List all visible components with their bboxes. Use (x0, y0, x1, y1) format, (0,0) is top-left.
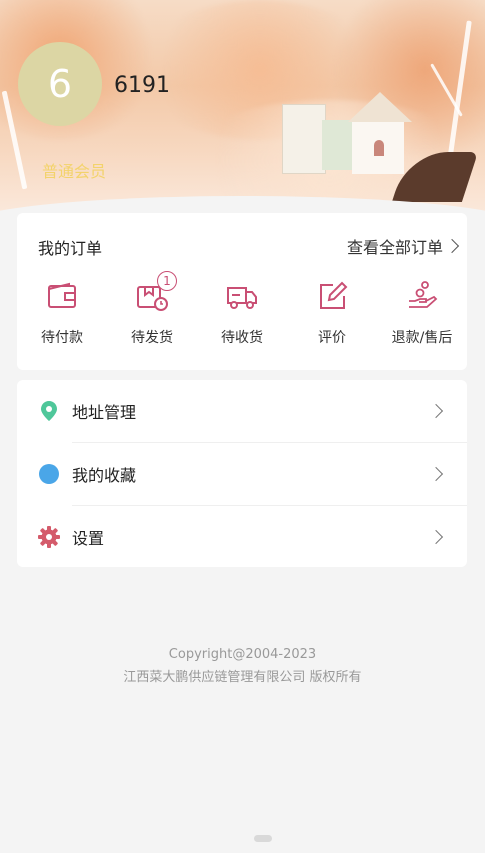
package-clock-icon: 1 (135, 271, 177, 313)
menu-item-label: 我的收藏 (72, 466, 137, 485)
edit-icon (315, 279, 349, 313)
wallet-icon (45, 279, 79, 313)
company-name: 江西菜大鹏供应链管理有限公司 版权所有 (123, 670, 362, 685)
location-pin-icon (38, 400, 60, 422)
order-status-label: 退款/售后 (391, 330, 453, 346)
member-level-label: 普通会员 (42, 162, 107, 181)
menu-item-label: 地址管理 (72, 403, 137, 422)
menu-item-settings[interactable]: 设置 (17, 506, 467, 568)
refund-hand-icon (405, 279, 439, 313)
order-status-pending-receipt[interactable]: 待收货 (197, 279, 287, 347)
banner-house (322, 120, 356, 170)
chevron-right-icon (428, 466, 444, 482)
notification-badge: 1 (157, 271, 177, 291)
gear-icon (38, 526, 60, 548)
order-status-review[interactable]: 评价 (287, 279, 377, 347)
order-status-label: 待收货 (221, 330, 263, 346)
truck-icon (225, 279, 259, 313)
chevron-right-icon (444, 238, 460, 254)
banner-house (282, 104, 326, 174)
orders-title: 我的订单 (38, 239, 103, 258)
menu-item-favorites[interactable]: 我的收藏 (17, 443, 467, 505)
home-indicator[interactable] (254, 835, 272, 842)
order-status-pending-payment[interactable]: 待付款 (17, 279, 107, 347)
username: 6191 (114, 73, 170, 98)
orders-card: 我的订单 查看全部订单 待付款 1 待发货 待收货 评价 退款/售后 (17, 213, 467, 370)
settings-menu-card: 地址管理 我的收藏 设置 (17, 380, 467, 567)
chevron-right-icon (428, 403, 444, 419)
banner-roof (348, 92, 412, 122)
menu-item-label: 设置 (72, 529, 105, 548)
banner-door (374, 140, 384, 156)
order-status-list: 待付款 1 待发货 待收货 评价 退款/售后 (17, 271, 467, 347)
copyright-text: Copyright@2004-2023 (168, 647, 317, 662)
avatar[interactable]: 6 (18, 42, 102, 126)
order-status-label: 待付款 (41, 330, 83, 346)
chevron-right-icon (428, 529, 444, 545)
order-status-label: 待发货 (131, 330, 173, 346)
view-all-orders-link[interactable]: 查看全部订单 (346, 234, 460, 258)
menu-item-address[interactable]: 地址管理 (17, 380, 467, 442)
order-status-refund[interactable]: 退款/售后 (377, 279, 467, 347)
favorite-circle-icon (38, 463, 60, 485)
order-status-label: 评价 (318, 330, 346, 346)
view-all-orders-label: 查看全部订单 (346, 238, 443, 257)
order-status-pending-shipment[interactable]: 1 待发货 (107, 271, 197, 347)
